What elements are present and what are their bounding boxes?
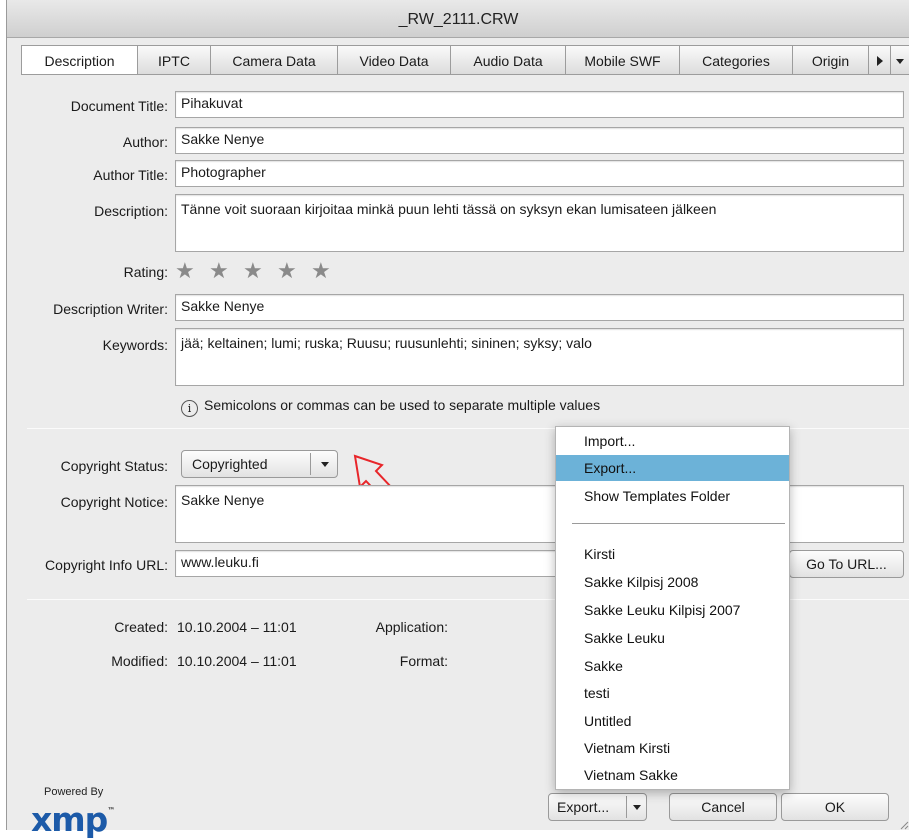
menu-item-template[interactable]: Vietnam Sakke	[556, 762, 789, 788]
author-label: Author:	[122, 134, 168, 150]
triangle-down-icon	[896, 59, 904, 64]
export-button-label: Export...	[557, 799, 610, 815]
rating-star-1-icon[interactable]: ★	[175, 260, 195, 282]
tab-iptc[interactable]: IPTC	[138, 45, 211, 75]
description-label: Description:	[94, 203, 168, 219]
xmp-logo-text: xmp	[31, 800, 108, 839]
document-title-label: Document Title:	[70, 98, 168, 114]
cancel-button[interactable]: Cancel	[669, 793, 777, 821]
menu-separator	[572, 523, 785, 524]
rating-star-4-icon[interactable]: ★	[277, 260, 297, 282]
description-textarea[interactable]: Tänne voit suoraan kirjoitaa minkä puun …	[175, 194, 904, 252]
rating-label: Rating:	[123, 264, 168, 280]
author-title-input[interactable]: Photographer	[175, 160, 904, 187]
author-input[interactable]: Sakke Nenye	[175, 127, 904, 154]
tab-bar: Description IPTC Camera Data Video Data …	[21, 45, 909, 76]
copyright-url-label: Copyright Info URL:	[45, 557, 168, 573]
tab-audio-data[interactable]: Audio Data	[451, 45, 566, 75]
triangle-down-icon	[321, 462, 329, 467]
xmp-logo-trademark: ™	[107, 806, 115, 815]
menu-item-template[interactable]: Sakke Leuku Kilpisj 2007	[556, 597, 789, 623]
description-writer-label: Description Writer:	[53, 301, 168, 317]
menu-item-export[interactable]: Export...	[556, 455, 789, 481]
format-label: Format:	[399, 653, 448, 669]
select-separator	[310, 453, 311, 475]
document-title-input[interactable]: Pihakuvat	[175, 91, 904, 118]
modified-value: 10.10.2004 – 11:01	[177, 653, 297, 669]
modified-label: Modified:	[111, 653, 168, 669]
button-separator	[626, 796, 627, 818]
dialog-window: _RW_2111.CRW Description IPTC Camera Dat…	[6, 0, 909, 836]
rating-star-3-icon[interactable]: ★	[243, 260, 263, 282]
info-icon: i	[181, 400, 198, 417]
created-label: Created:	[114, 619, 168, 635]
author-title-label: Author Title:	[93, 167, 168, 183]
tab-description[interactable]: Description	[21, 45, 138, 76]
rating-star-5-icon[interactable]: ★	[311, 260, 331, 282]
menu-item-template[interactable]: Vietnam Kirsti	[556, 735, 789, 761]
menu-item-template[interactable]: Sakke Leuku	[556, 625, 789, 651]
triangle-right-icon	[877, 56, 883, 66]
keywords-hint-text: Semicolons or commas can be used to sepa…	[204, 397, 601, 413]
templates-menu: Import... Export... Show Templates Folde…	[555, 426, 790, 790]
resize-grip-icon[interactable]	[897, 818, 909, 830]
copyright-notice-label: Copyright Notice:	[60, 494, 168, 510]
triangle-down-icon	[633, 805, 641, 810]
menu-item-template[interactable]: Sakke Kilpisj 2008	[556, 569, 789, 595]
tab-overflow-menu-button[interactable]	[891, 45, 909, 75]
keywords-label: Keywords:	[102, 337, 168, 353]
menu-item-import[interactable]: Import...	[556, 428, 789, 454]
description-writer-input[interactable]: Sakke Nenye	[175, 294, 904, 321]
export-menu-button[interactable]: Export...	[548, 793, 647, 821]
copyright-notice-textarea[interactable]: Sakke Nenye	[175, 485, 904, 543]
keywords-textarea[interactable]: jää; keltainen; lumi; ruska; Ruusu; ruus…	[175, 328, 904, 386]
tab-video-data[interactable]: Video Data	[338, 45, 451, 75]
application-label: Application:	[375, 619, 448, 635]
created-value: 10.10.2004 – 11:01	[177, 619, 297, 635]
menu-item-template[interactable]: testi	[556, 680, 789, 706]
tab-camera-data[interactable]: Camera Data	[211, 45, 338, 75]
window-title: _RW_2111.CRW	[7, 0, 909, 38]
copyright-status-value: Copyrighted	[192, 456, 268, 472]
tab-scroll-right-button[interactable]	[869, 45, 891, 75]
tab-origin[interactable]: Origin	[793, 45, 869, 75]
ok-button[interactable]: OK	[781, 793, 889, 821]
copyright-status-select[interactable]: Copyrighted	[181, 450, 338, 478]
xmp-logo: xmp™	[31, 796, 115, 836]
menu-item-template[interactable]: Kirsti	[556, 541, 789, 567]
tab-categories[interactable]: Categories	[680, 45, 793, 75]
copyright-status-label: Copyright Status:	[60, 458, 168, 474]
menu-item-template[interactable]: Sakke	[556, 653, 789, 679]
tab-mobile-swf[interactable]: Mobile SWF	[566, 45, 680, 75]
rating-star-2-icon[interactable]: ★	[209, 260, 229, 282]
menu-item-show-templates-folder[interactable]: Show Templates Folder	[556, 483, 789, 509]
go-to-url-button[interactable]: Go To URL...	[789, 550, 904, 578]
menu-item-template[interactable]: Untitled	[556, 708, 789, 734]
keywords-hint: i Semicolons or commas can be used to sep…	[181, 397, 600, 417]
